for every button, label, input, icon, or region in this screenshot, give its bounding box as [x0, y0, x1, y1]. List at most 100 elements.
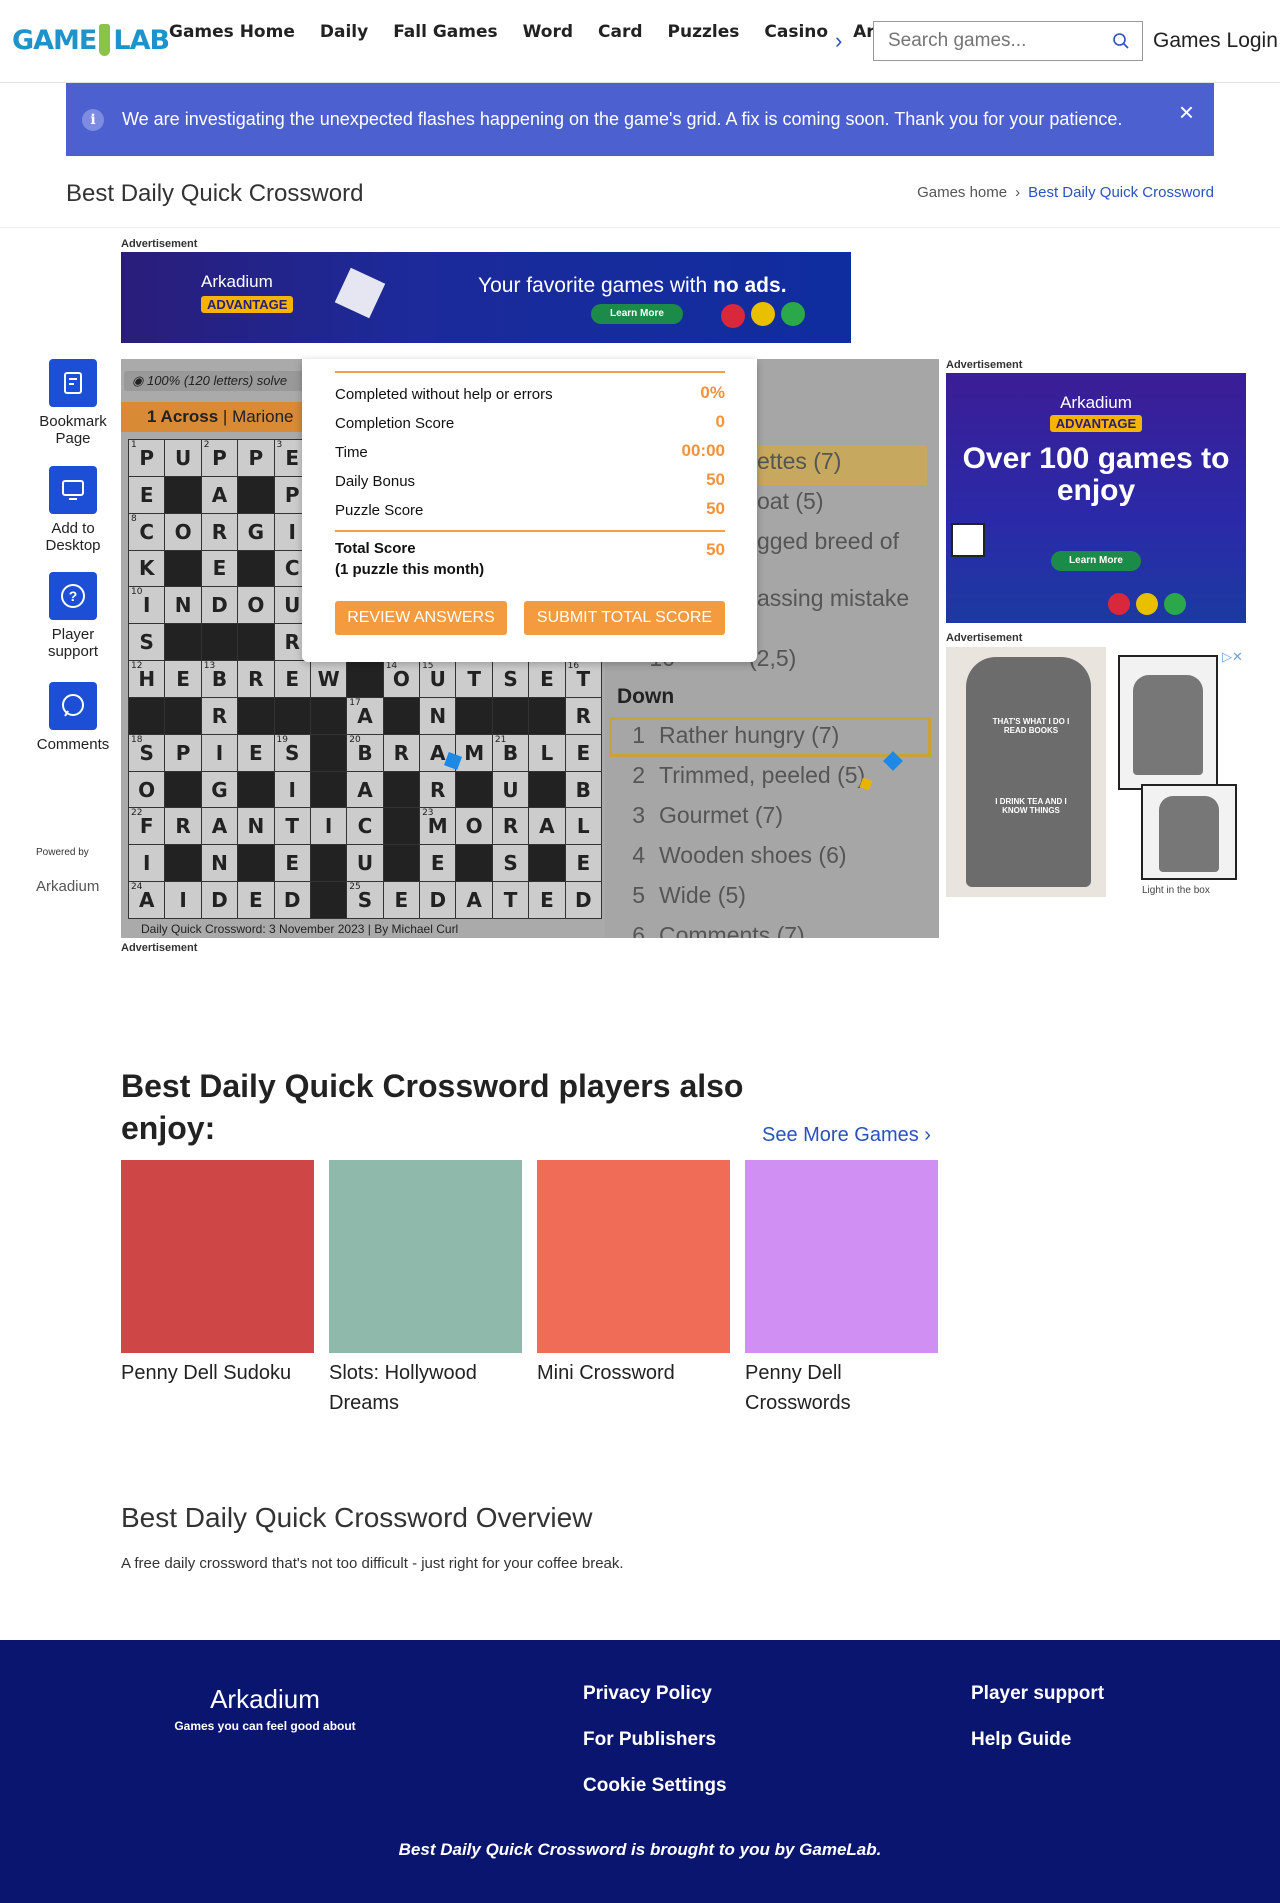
- down-clue[interactable]: 6 Comments (7): [605, 922, 805, 938]
- ad-learn-more-button[interactable]: Learn More: [591, 304, 683, 324]
- gamelab-logo[interactable]: GAME LAB: [12, 24, 170, 56]
- across-clue[interactable]: ettes (7): [757, 448, 841, 475]
- grid-cell[interactable]: 13 B: [201, 661, 238, 697]
- grid-cell[interactable]: P: [165, 734, 201, 771]
- grid-cell[interactable]: I: [165, 882, 201, 918]
- grid-cell[interactable]: 19 S: [274, 734, 310, 771]
- grid-cell[interactable]: 24 A: [129, 882, 165, 918]
- grid-cell[interactable]: N: [238, 808, 274, 845]
- nav-daily[interactable]: Daily: [320, 22, 368, 42]
- nav-games-home[interactable]: Games Home: [169, 22, 295, 42]
- grid-cell[interactable]: A: [529, 808, 565, 845]
- grid-cell[interactable]: R: [492, 808, 529, 845]
- grid-cell[interactable]: O: [238, 587, 274, 624]
- grid-cell[interactable]: R: [238, 661, 274, 697]
- games-login-link[interactable]: Games Login: [1153, 29, 1278, 53]
- grid-cell[interactable]: R: [565, 697, 601, 734]
- grid-cell[interactable]: D: [201, 587, 238, 624]
- grid-cell[interactable]: O: [165, 513, 201, 550]
- footer-privacy-policy[interactable]: Privacy Policy: [583, 1683, 712, 1705]
- grid-cell[interactable]: M: [456, 734, 492, 771]
- grid-cell[interactable]: I: [274, 771, 310, 808]
- grid-cell[interactable]: S: [492, 845, 529, 882]
- grid-cell[interactable]: E: [129, 476, 165, 513]
- footer-cookie-settings[interactable]: Cookie Settings: [583, 1775, 727, 1797]
- grid-cell[interactable]: I: [201, 734, 238, 771]
- grid-cell[interactable]: 1P: [129, 440, 165, 476]
- footer-for-publishers[interactable]: For Publishers: [583, 1729, 716, 1751]
- grid-cell[interactable]: U: [165, 440, 201, 476]
- nav-puzzles[interactable]: Puzzles: [668, 22, 740, 42]
- grid-cell[interactable]: A: [347, 771, 383, 808]
- grid-cell[interactable]: 12 H: [129, 661, 165, 697]
- grid-cell[interactable]: W: [310, 661, 347, 697]
- grid-cell[interactable]: A: [201, 808, 238, 845]
- grid-cell[interactable]: 14 O: [383, 661, 420, 697]
- grid-cell[interactable]: T: [456, 661, 492, 697]
- grid-cell[interactable]: T: [492, 882, 529, 918]
- grid-cell[interactable]: 15 U: [420, 661, 456, 697]
- grid-cell[interactable]: C: [347, 808, 383, 845]
- grid-cell[interactable]: E: [274, 661, 310, 697]
- grid-cell[interactable]: E: [383, 882, 420, 918]
- breadcrumb-games-home[interactable]: Games home: [917, 184, 1007, 201]
- top-ad-banner[interactable]: Arkadium ADVANTAGE Your favorite games w…: [121, 252, 851, 343]
- across-clue[interactable]: assing mistake: [757, 585, 909, 612]
- player-support-tool[interactable]: ? Player support: [30, 572, 116, 660]
- submit-total-score-button[interactable]: SUBMIT TOTAL SCORE: [524, 601, 725, 635]
- search-icon[interactable]: [1112, 32, 1130, 50]
- down-clue[interactable]: 3 Gourmet (7): [605, 802, 783, 829]
- ad-close-icon[interactable]: ▷✕: [1222, 649, 1243, 665]
- game-card-label[interactable]: Slots: Hollywood Dreams: [329, 1358, 522, 1418]
- grid-cell[interactable]: T: [274, 808, 310, 845]
- down-clue[interactable]: 1 Rather hungry (7): [605, 722, 839, 749]
- grid-cell[interactable]: 2P: [201, 440, 238, 476]
- grid-cell[interactable]: E: [565, 734, 601, 771]
- grid-cell[interactable]: 18 S: [129, 734, 165, 771]
- grid-cell[interactable]: O: [129, 771, 165, 808]
- grid-cell[interactable]: E: [529, 661, 565, 697]
- grid-cell[interactable]: I: [129, 845, 165, 882]
- game-card-penny-dell-crosswords[interactable]: [745, 1160, 938, 1353]
- nav-card[interactable]: Card: [598, 22, 643, 42]
- grid-cell[interactable]: 10 I: [129, 587, 165, 624]
- grid-cell[interactable]: D: [565, 882, 601, 918]
- grid-cell[interactable]: D: [201, 882, 238, 918]
- grid-cell[interactable]: N: [201, 845, 238, 882]
- footer-brand[interactable]: Arkadium Games you can feel good about: [150, 1684, 380, 1733]
- grid-cell[interactable]: P: [238, 440, 274, 476]
- grid-cell[interactable]: U: [492, 771, 529, 808]
- grid-cell[interactable]: 23 M: [420, 808, 456, 845]
- grid-cell[interactable]: E: [165, 661, 201, 697]
- grid-cell[interactable]: 22 F: [129, 808, 165, 845]
- grid-cell[interactable]: O: [456, 808, 492, 845]
- game-card-penny-dell-sudoku[interactable]: [121, 1160, 314, 1353]
- review-answers-button[interactable]: REVIEW ANSWERS: [335, 601, 507, 635]
- grid-cell[interactable]: R: [165, 808, 201, 845]
- nav-fall-games[interactable]: Fall Games: [393, 22, 497, 42]
- game-card-label[interactable]: Penny Dell Sudoku: [121, 1358, 314, 1388]
- game-card-slots-hollywood-dreams[interactable]: [329, 1160, 522, 1353]
- close-icon[interactable]: ×: [1179, 97, 1194, 128]
- side-ad-shirt[interactable]: THAT'S WHAT I DO I READ BOOKS I DRINK TE…: [946, 647, 1246, 897]
- see-more-games-link[interactable]: See More Games ›: [762, 1124, 931, 1147]
- nav-casino[interactable]: Casino: [764, 22, 828, 42]
- grid-cell[interactable]: S: [492, 661, 529, 697]
- down-clue[interactable]: 5 Wide (5): [605, 882, 746, 909]
- grid-cell[interactable]: E: [274, 845, 310, 882]
- game-card-mini-crossword[interactable]: [537, 1160, 730, 1353]
- grid-cell[interactable]: E: [238, 882, 274, 918]
- grid-cell[interactable]: R: [383, 734, 420, 771]
- grid-cell[interactable]: L: [529, 734, 565, 771]
- grid-cell[interactable]: L: [565, 808, 601, 845]
- grid-cell[interactable]: E: [420, 845, 456, 882]
- nav-scroll-right-icon[interactable]: ›: [835, 27, 863, 55]
- across-clue[interactable]: gged breed of: [757, 528, 899, 555]
- down-clue[interactable]: 4 Wooden shoes (6): [605, 842, 846, 869]
- down-clue[interactable]: 2 Trimmed, peeled (5): [605, 762, 865, 789]
- grid-cell[interactable]: 16 T: [565, 661, 601, 697]
- ad-learn-more-button[interactable]: Learn More: [1051, 551, 1141, 571]
- grid-cell[interactable]: K: [129, 550, 165, 587]
- add-to-desktop-tool[interactable]: Add to Desktop: [30, 466, 116, 554]
- game-card-label[interactable]: Mini Crossword: [537, 1358, 730, 1388]
